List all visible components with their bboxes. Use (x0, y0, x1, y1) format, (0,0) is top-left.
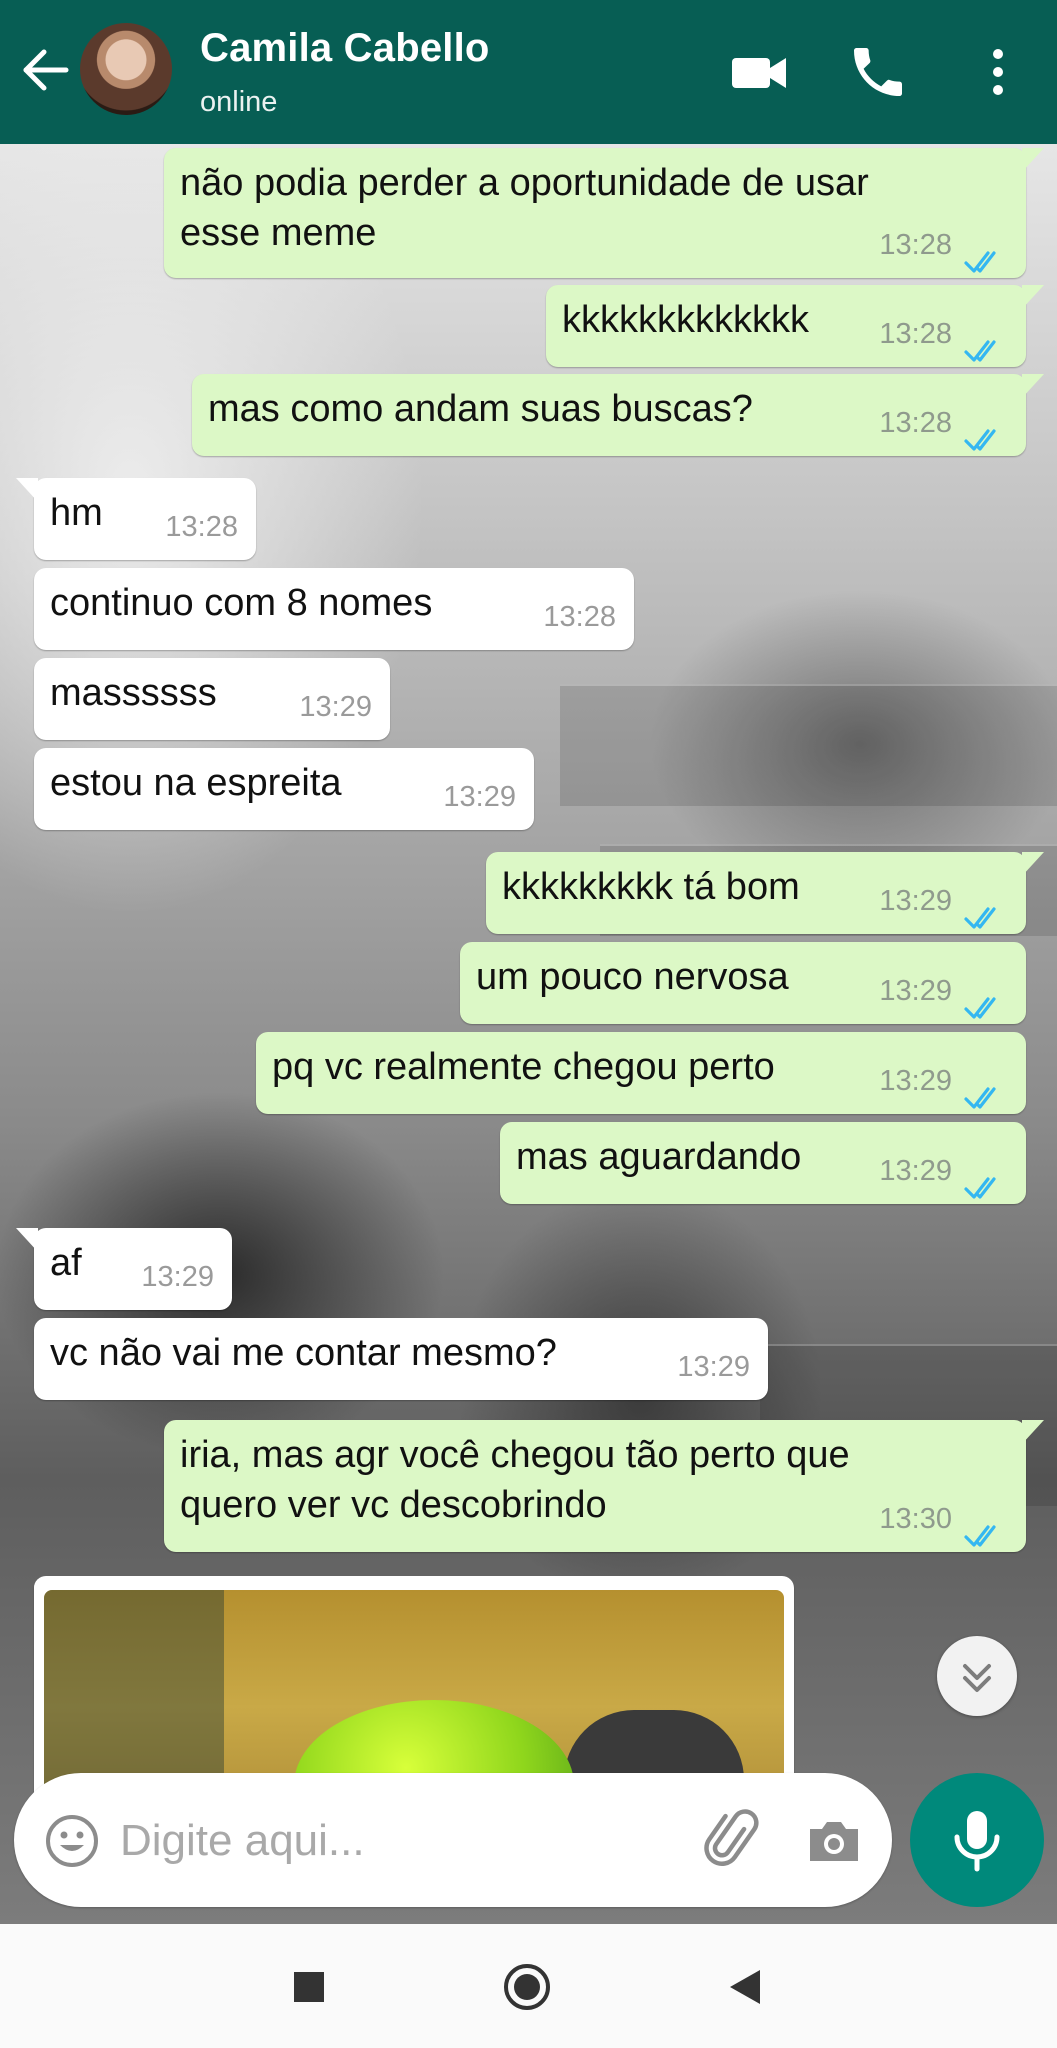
emoji-button[interactable] (44, 1813, 100, 1869)
bubble-tail (1022, 1420, 1044, 1444)
image-thumbnail[interactable] (44, 1590, 784, 1796)
message-timestamp: 13:29 (879, 1065, 952, 1097)
wallpaper-stone-band (560, 684, 1057, 806)
contact-status: online (200, 86, 278, 118)
image-message[interactable] (34, 1576, 794, 1796)
bubble-tail (1022, 852, 1044, 876)
outgoing-message-bubble[interactable]: mas aguardando 13:29 (500, 1122, 1026, 1204)
message-text: pq vc realmente chegou perto (272, 1046, 775, 1088)
mic-icon (954, 1811, 1000, 1872)
message-timestamp: 13:29 (879, 885, 952, 917)
more-vert-icon (993, 49, 1003, 95)
message-text: kkkkkkkkk tá bom (502, 866, 800, 908)
message-text: hm (50, 492, 103, 534)
message-timestamp: 13:28 (879, 318, 952, 350)
bubble-tail (1022, 148, 1044, 172)
message-text: mas como andam suas buscas? (208, 388, 753, 430)
incoming-message-bubble[interactable]: massssss 13:29 (34, 658, 390, 740)
outgoing-message-bubble[interactable]: kkkkkkkkk tá bom 13:29 (486, 852, 1044, 934)
bubble-tail (34, 1576, 38, 1600)
read-receipt-icon (964, 1164, 1006, 1199)
image-shade (44, 1590, 224, 1796)
outgoing-message-bubble[interactable]: mas como andam suas buscas? 13:28 (192, 374, 1044, 456)
avatar[interactable] (80, 23, 172, 115)
message-timestamp: 13:29 (141, 1261, 214, 1293)
square-icon (294, 1972, 324, 2002)
outgoing-message-bubble[interactable]: kkkkkkkkkkkkk 13:28 (546, 285, 1044, 367)
outgoing-message-bubble[interactable]: um pouco nervosa 13:29 (460, 942, 1026, 1024)
back-button[interactable] (18, 40, 74, 100)
message-text: estou na espreita (50, 762, 342, 804)
read-receipt-icon (964, 984, 1006, 1019)
bubble-tail (16, 1228, 38, 1252)
incoming-message-bubble[interactable]: continuo com 8 nomes 13:28 (34, 568, 634, 650)
video-call-button[interactable] (728, 40, 792, 104)
home-button[interactable] (502, 1962, 552, 2012)
message-timestamp: 13:28 (165, 511, 238, 543)
read-receipt-icon (964, 1512, 1006, 1547)
read-receipt-icon (964, 238, 1006, 273)
video-camera-icon (732, 58, 786, 88)
message-timestamp: 13:29 (299, 691, 372, 723)
bubble-tail (1022, 374, 1044, 398)
message-timestamp: 13:29 (879, 975, 952, 1007)
more-options-button[interactable] (966, 40, 1030, 104)
message-text: iria, mas agr você chegou tão perto que … (180, 1434, 850, 1526)
paperclip-icon (704, 1809, 759, 1866)
message-text: kkkkkkkkkkkkk (562, 299, 809, 341)
outgoing-message-bubble[interactable]: pq vc realmente chegou perto 13:29 (256, 1032, 1026, 1114)
message-timestamp: 13:28 (879, 407, 952, 439)
double-chevron-down-icon (963, 1664, 991, 1692)
read-receipt-icon (964, 894, 1006, 929)
message-timestamp: 13:29 (879, 1155, 952, 1187)
message-text: af (50, 1242, 82, 1284)
bubble-tail (1022, 285, 1044, 309)
message-text: vc não vai me contar mesmo? (50, 1332, 557, 1374)
camera-button[interactable] (804, 1811, 864, 1871)
incoming-message-bubble[interactable]: hm 13:28 (16, 478, 256, 560)
read-receipt-icon (964, 1074, 1006, 1109)
bubble-tail (16, 478, 38, 502)
message-input[interactable] (118, 1803, 682, 1879)
back-arrow-icon (23, 49, 69, 91)
chat-header: Camila Cabello online (0, 0, 1057, 144)
message-text: mas aguardando (516, 1136, 802, 1178)
whatsapp-chat-screen: não podia perder a oportunidade de usar … (0, 0, 1057, 2048)
attach-button[interactable] (702, 1809, 766, 1873)
message-timestamp: 13:29 (677, 1351, 750, 1383)
message-timestamp: 13:28 (879, 229, 952, 261)
outgoing-message-bubble[interactable]: iria, mas agr você chegou tão perto que … (164, 1420, 1044, 1552)
home-circle-icon (504, 1964, 550, 2010)
incoming-message-bubble[interactable]: vc não vai me contar mesmo? 13:29 (34, 1318, 768, 1400)
outgoing-message-bubble[interactable]: não podia perder a oportunidade de usar … (164, 148, 1044, 278)
message-timestamp: 13:30 (879, 1503, 952, 1535)
message-text: continuo com 8 nomes (50, 582, 433, 624)
read-receipt-icon (964, 327, 1006, 362)
phone-icon (854, 48, 902, 96)
message-text: não podia perder a oportunidade de usar … (180, 162, 869, 254)
message-timestamp: 13:29 (443, 781, 516, 813)
back-triangle-icon (730, 1970, 760, 2004)
voice-message-button[interactable] (910, 1773, 1044, 1907)
read-receipt-icon (964, 416, 1006, 451)
contact-name[interactable]: Camila Cabello (200, 26, 490, 71)
message-text: um pouco nervosa (476, 956, 789, 998)
recents-button[interactable] (284, 1962, 334, 2012)
voice-call-button[interactable] (846, 40, 910, 104)
message-timestamp: 13:28 (543, 601, 616, 633)
emoji-icon (46, 1815, 98, 1867)
system-nav-bar (0, 1924, 1057, 2048)
back-nav-button[interactable] (720, 1962, 770, 2012)
message-text: massssss (50, 672, 217, 714)
incoming-message-bubble[interactable]: af 13:29 (16, 1228, 232, 1310)
scroll-to-bottom-button[interactable] (937, 1636, 1017, 1716)
message-composer (14, 1773, 892, 1907)
camera-icon (810, 1822, 858, 1861)
incoming-message-bubble[interactable]: estou na espreita 13:29 (34, 748, 534, 830)
